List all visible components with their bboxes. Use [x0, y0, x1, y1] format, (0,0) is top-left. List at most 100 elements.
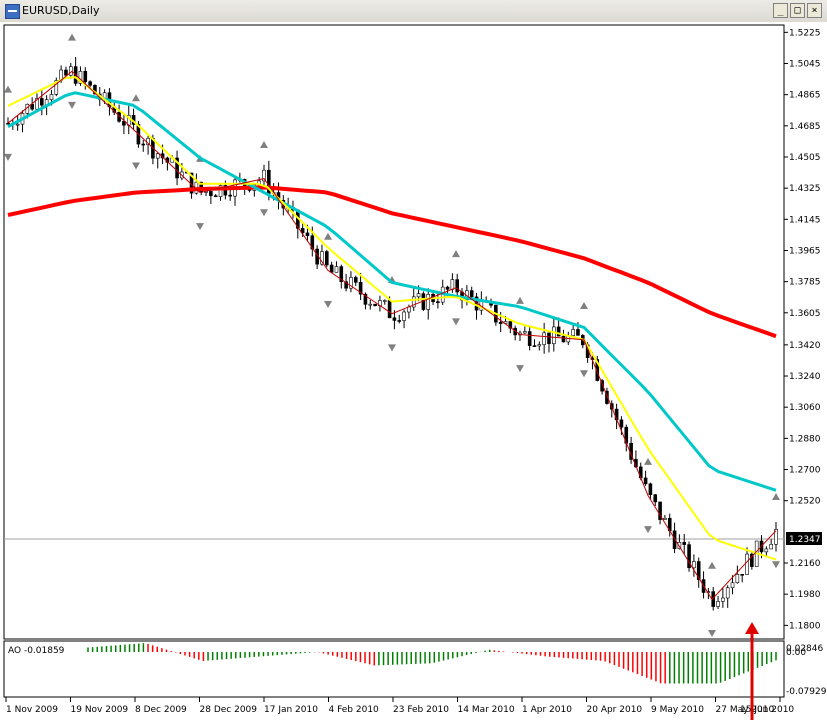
candle-body [745, 553, 749, 575]
price-tick-label: 1.4145 [789, 215, 821, 225]
candle-body [730, 582, 735, 589]
candle-body [576, 329, 580, 336]
time-tick-label: 1 Nov 2009 [6, 705, 58, 715]
candle-body [537, 344, 542, 347]
candle-body [436, 301, 440, 303]
window-title: EURUSD,Daily [22, 4, 100, 17]
price-tick-label: 1.3060 [789, 403, 821, 413]
candle-body [305, 232, 310, 237]
title-bar[interactable]: EURUSD,Daily _ □ × [0, 0, 827, 23]
time-tick-label: 28 Dec 2009 [200, 705, 258, 715]
candle-body [532, 345, 537, 347]
price-tick-label: 1.3785 [789, 278, 821, 288]
candle-body [382, 300, 387, 302]
price-tick-label: 1.5045 [789, 59, 821, 69]
candle-body [556, 326, 561, 337]
candle-body [402, 311, 406, 321]
candle-body [498, 321, 503, 324]
candle-body [209, 191, 213, 197]
candle-body [64, 69, 68, 76]
price-tick-label: 1.3965 [789, 246, 821, 256]
price-tick-label: 1.5225 [789, 28, 821, 38]
ao-scale-bottom: -0.07929 [786, 687, 827, 697]
time-tick-label: 19 Nov 2009 [71, 705, 129, 715]
time-tick-label: 9 May 2010 [651, 705, 704, 715]
time-tick-label: 15 Jun 2010 [740, 705, 794, 715]
candle-body [740, 573, 744, 576]
candle-body [619, 419, 624, 428]
candle-body [663, 517, 667, 520]
candle-body [397, 320, 402, 322]
maximize-button[interactable]: □ [790, 3, 805, 18]
candle-body [40, 98, 44, 106]
candle-body [469, 290, 474, 298]
candle-body [547, 332, 551, 345]
time-tick-label: 20 Apr 2010 [587, 705, 643, 715]
candle-body [692, 561, 696, 569]
candle-body [445, 286, 450, 290]
price-tick-label: 1.4685 [789, 122, 821, 132]
current-price-label: 1.2347 [789, 535, 821, 545]
candle-body [682, 541, 687, 545]
price-tick-label: 1.4865 [789, 91, 821, 101]
candle-body [155, 153, 160, 159]
time-tick-label: 17 Jan 2010 [264, 705, 318, 715]
candle-body [426, 294, 431, 310]
price-tick-label: 1.3605 [789, 309, 821, 319]
price-tick-label: 1.1800 [789, 621, 821, 631]
candle-body [523, 331, 527, 334]
time-tick-label: 4 Feb 2010 [329, 705, 380, 715]
price-tick-label: 1.4505 [789, 153, 821, 163]
candle-body [725, 587, 730, 599]
candle-body [542, 332, 546, 345]
candle-body [213, 195, 218, 198]
candle-body [735, 573, 740, 584]
candle-body [450, 279, 455, 290]
candle-body [648, 483, 653, 495]
candle-body [721, 597, 725, 602]
price-tick-label: 1.2880 [789, 434, 821, 444]
ao-label: AO -0.01859 [8, 646, 65, 656]
minimize-button[interactable]: _ [773, 3, 788, 18]
candle-body [416, 293, 421, 298]
price-tick-label: 1.1980 [789, 590, 821, 600]
candle-body [88, 81, 92, 86]
time-tick-label: 14 Mar 2010 [458, 705, 515, 715]
candle-body [571, 329, 575, 336]
candle-body [392, 317, 397, 321]
candle-body [334, 266, 339, 273]
time-tick-label: 23 Feb 2010 [393, 705, 449, 715]
candle-body [329, 264, 334, 273]
time-tick-label: 8 Dec 2009 [135, 705, 187, 715]
price-tick-label: 1.2700 [789, 466, 821, 476]
price-tick-label: 1.2160 [789, 559, 821, 569]
candle-body [368, 303, 373, 306]
candle-body [527, 331, 532, 346]
price-chart[interactable]: 1.5225 1.5045 1.4865 1.4685 1.4505 1.4325 1.41… [0, 22, 827, 720]
candle-body [373, 303, 377, 307]
candle-body [455, 279, 460, 293]
candle-body [83, 71, 88, 83]
time-tick-label: 1 Apr 2010 [522, 705, 572, 715]
candle-body [387, 300, 392, 319]
chart-window-icon [5, 4, 20, 19]
ao-scale-mid: 0.00 [786, 648, 806, 658]
candle-body [643, 477, 648, 485]
price-tick-label: 1.2520 [789, 497, 821, 507]
candle-body [353, 277, 358, 283]
candle-body [653, 494, 658, 503]
close-button[interactable]: × [807, 3, 822, 18]
chart-window: EURUSD,Daily _ □ × 1.5225 1.5045 1.4865 1.4… [0, 0, 827, 720]
candle-body [552, 326, 556, 345]
candle-body [6, 122, 10, 125]
candle-body [324, 251, 329, 266]
price-tick-label: 1.3420 [789, 341, 821, 351]
candle-body [49, 94, 54, 101]
candle-body [561, 335, 566, 343]
candle-body [141, 143, 146, 146]
candle-body [769, 543, 773, 550]
candle-body [228, 194, 232, 197]
candle-body [15, 123, 20, 126]
price-tick-label: 1.4325 [789, 184, 821, 194]
candle-body [716, 601, 720, 607]
